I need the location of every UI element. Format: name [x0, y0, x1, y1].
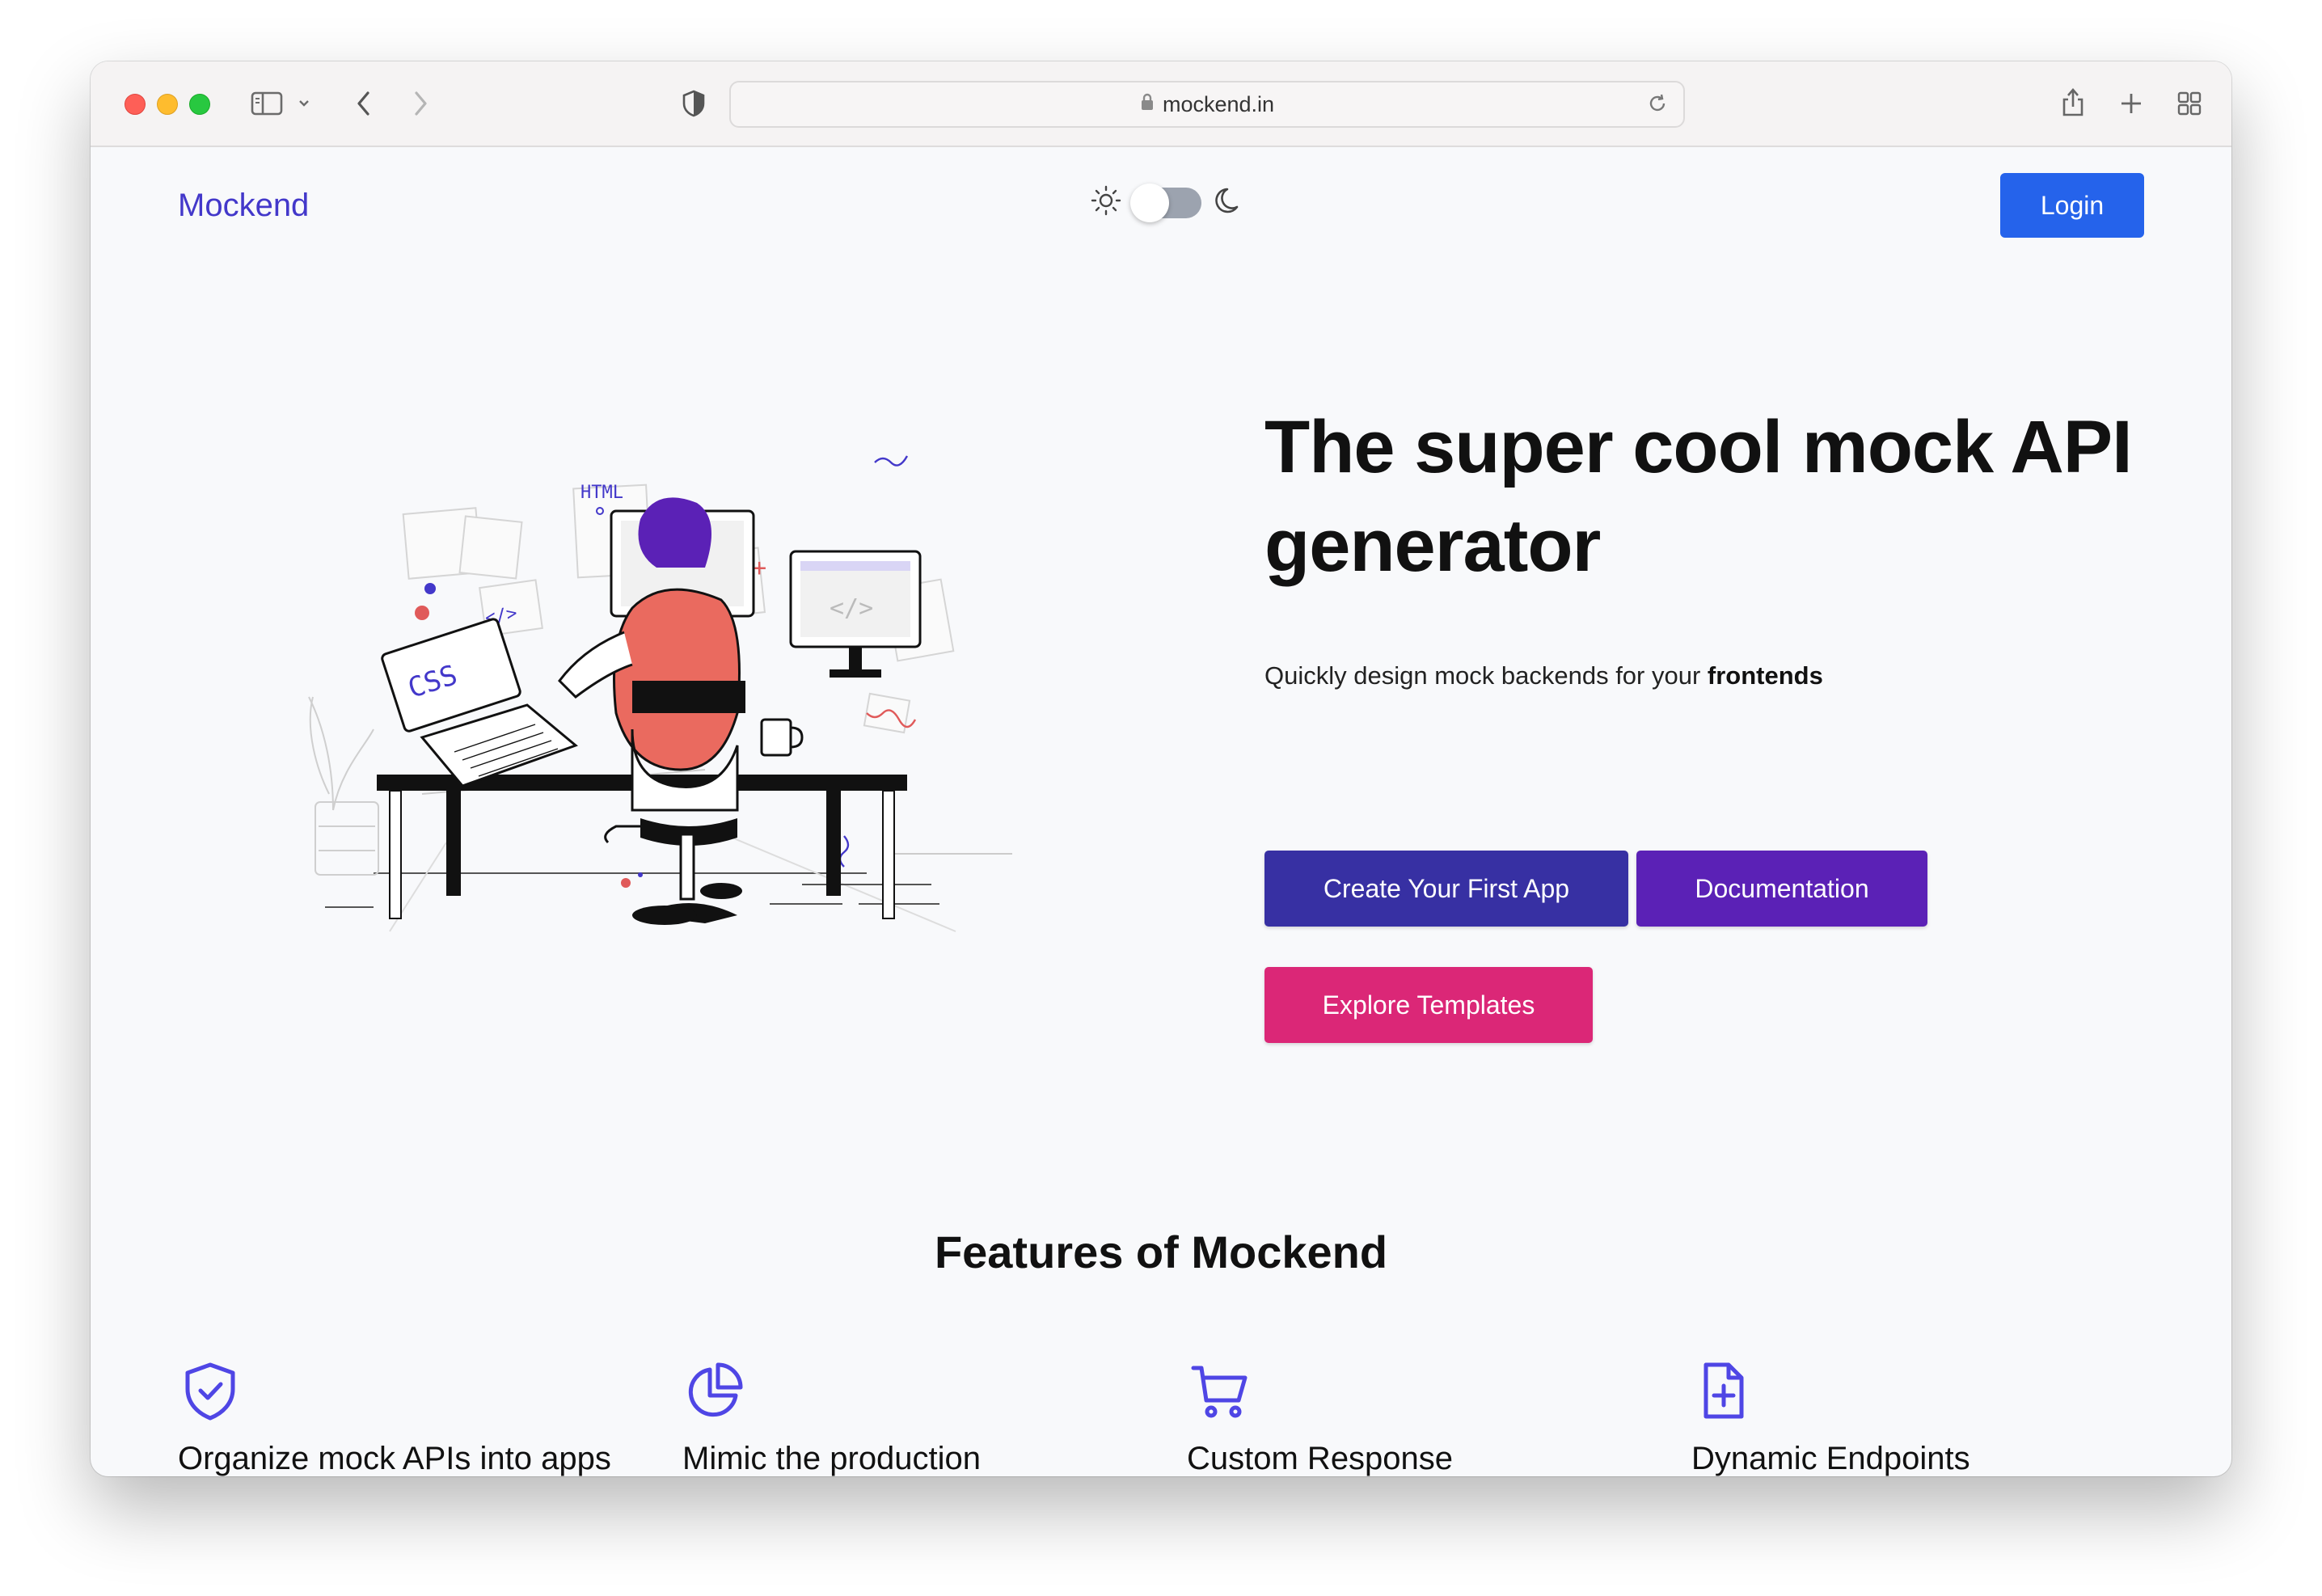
html-label: HTML [580, 483, 623, 503]
dark-mode-toggle[interactable] [1130, 183, 1201, 222]
shopping-cart-icon [1187, 1358, 1252, 1423]
svg-text:</>: </> [830, 594, 873, 623]
create-first-app-button[interactable]: Create Your First App [1264, 851, 1628, 927]
browser-window: mockend.in Mockend Login HTML </> CSS </… [91, 61, 2231, 1476]
feature-label: Custom Response [1187, 1441, 1454, 1476]
moon-icon [1213, 183, 1248, 222]
tab-overview-icon[interactable] [2173, 87, 2206, 120]
address-bar[interactable]: mockend.in [729, 81, 1685, 128]
zoom-window-button[interactable] [189, 94, 210, 115]
hero-illustration: HTML C++ </> [301, 390, 1190, 1041]
browser-toolbar: mockend.in [91, 61, 2231, 147]
share-icon[interactable] [2057, 84, 2089, 120]
lock-icon [1140, 92, 1155, 117]
sun-icon [1090, 184, 1122, 221]
documentation-button[interactable]: Documentation [1636, 851, 1927, 927]
feature-label: Organize mock APIs into apps [178, 1441, 611, 1476]
feature-dynamic-endpoints: Dynamic Endpoints [1691, 1358, 1970, 1476]
forward-icon[interactable] [404, 87, 437, 120]
document-add-icon [1691, 1358, 1756, 1423]
close-window-button[interactable] [125, 94, 146, 115]
hero-subtitle-text: Quickly design mock backends for your [1264, 661, 1708, 690]
chevron-down-icon[interactable] [296, 94, 312, 113]
feature-custom-response: Custom Response [1187, 1358, 1453, 1476]
hero-subtitle-emphasis: frontends [1707, 661, 1823, 690]
feature-label: Mimic the production [682, 1441, 982, 1476]
hero-title: The super cool mock API generator [1264, 406, 2133, 587]
feature-organize: Organize mock APIs into apps [178, 1358, 611, 1476]
reload-icon[interactable] [1646, 92, 1669, 120]
page-content: Mockend Login HTML </> CSS </> The super… [91, 147, 2231, 1476]
login-button[interactable]: Login [2000, 173, 2144, 238]
privacy-shield-icon[interactable] [678, 87, 710, 120]
feature-mimic: Mimic the production [682, 1358, 981, 1476]
url-text: mockend.in [1162, 91, 1275, 116]
chart-pie-icon [682, 1358, 747, 1423]
brand-logo[interactable]: Mockend [178, 188, 309, 224]
new-tab-icon[interactable] [2115, 87, 2147, 120]
shield-check-icon [178, 1358, 243, 1423]
features-title: Features of Mockend [934, 1227, 1388, 1277]
toggle-knob [1130, 183, 1169, 222]
back-icon[interactable] [348, 87, 380, 120]
theme-switcher [1090, 183, 1248, 222]
sidebar-toggle-icon[interactable] [249, 89, 285, 118]
feature-label: Dynamic Endpoints [1691, 1441, 1970, 1476]
hero-subtitle: Quickly design mock backends for your fr… [1264, 661, 1823, 690]
explore-templates-button[interactable]: Explore Templates [1264, 967, 1593, 1043]
minimize-window-button[interactable] [157, 94, 178, 115]
